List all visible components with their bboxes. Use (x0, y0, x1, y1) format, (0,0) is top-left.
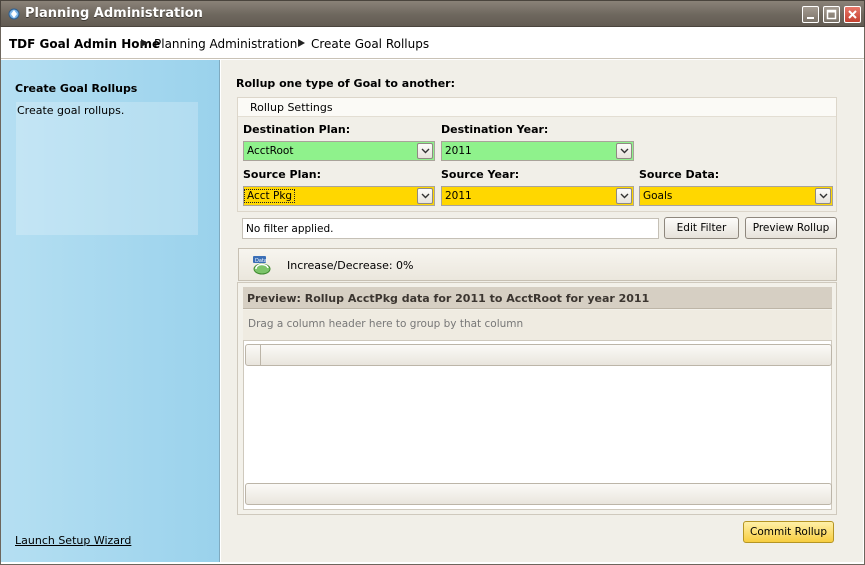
destination-year-value: 2011 (445, 145, 472, 157)
increase-decrease-text: Increase/Decrease: 0% (287, 259, 414, 272)
rollup-settings-header: Rollup Settings (238, 98, 836, 117)
breadcrumb-current: Create Goal Rollups (311, 37, 430, 51)
maximize-button[interactable] (823, 6, 840, 23)
minimize-icon (807, 17, 814, 19)
destination-year-select[interactable]: 2011 (441, 141, 634, 161)
dropdown-button[interactable] (616, 188, 632, 204)
grid-title: Preview: Rollup AcctPkg data for 2011 to… (247, 292, 650, 305)
destination-plan-select[interactable]: AcctRoot (243, 141, 435, 161)
page-heading: Rollup one type of Goal to another: (236, 77, 455, 90)
increase-decrease-bar: Data Increase/Decrease: 0% (238, 248, 837, 281)
destination-plan-label: Destination Plan: (243, 123, 351, 136)
breadcrumb-arrow-icon (298, 39, 305, 47)
row-selector-column (260, 345, 261, 365)
minimize-button[interactable] (802, 6, 819, 23)
source-data-label: Source Data: (639, 168, 720, 181)
source-year-value: 2011 (445, 190, 472, 202)
chevron-down-icon (620, 148, 629, 154)
launch-setup-wizard-link[interactable]: Launch Setup Wizard (15, 534, 131, 547)
dropdown-button[interactable] (417, 143, 433, 159)
dropdown-button[interactable] (417, 188, 433, 204)
dropdown-button[interactable] (815, 188, 831, 204)
close-button[interactable] (844, 6, 861, 23)
sidebar: Create Goal Rollups Create goal rollups.… (1, 60, 220, 562)
destination-year-label: Destination Year: (441, 123, 549, 136)
grid-body[interactable] (243, 340, 832, 510)
source-plan-label: Source Plan: (243, 168, 322, 181)
preview-grid: Preview: Rollup AcctPkg data for 2011 to… (237, 282, 837, 515)
main-panel: Rollup one type of Goal to another: Roll… (221, 60, 863, 562)
chevron-down-icon (421, 193, 430, 199)
breadcrumb-planning-admin[interactable]: Planning Administration (154, 37, 297, 51)
window-title: Planning Administration (25, 6, 203, 21)
sidebar-title: Create Goal Rollups (15, 82, 138, 95)
app-icon (8, 8, 20, 20)
source-year-label: Source Year: (441, 168, 520, 181)
dropdown-button[interactable] (616, 143, 632, 159)
commit-rollup-button[interactable]: Commit Rollup (743, 521, 834, 543)
grid-title-bar: Preview: Rollup AcctPkg data for 2011 to… (243, 287, 832, 309)
rollup-settings-group: Rollup Settings Destination Plan: AcctRo… (237, 97, 837, 212)
source-year-select[interactable]: 2011 (441, 186, 634, 206)
maximize-icon (826, 9, 837, 20)
data-refresh-icon: Data (253, 256, 271, 275)
chevron-down-icon (421, 148, 430, 154)
filter-status-field: No filter applied. (242, 218, 659, 239)
preview-rollup-button[interactable]: Preview Rollup (745, 217, 837, 239)
group-by-panel[interactable]: Drag a column header here to group by th… (243, 310, 832, 340)
source-data-value: Goals (643, 190, 673, 202)
sidebar-description: Create goal rollups. (17, 104, 125, 117)
chevron-down-icon (819, 193, 828, 199)
source-plan-select[interactable]: Acct Pkg (243, 186, 435, 206)
group-by-hint: Drag a column header here to group by th… (248, 318, 524, 330)
filter-status-text: No filter applied. (246, 223, 334, 235)
close-icon (848, 10, 857, 19)
breadcrumb: TDF Goal Admin Home Planning Administrat… (1, 27, 864, 59)
window-titlebar: Planning Administration (0, 0, 865, 27)
sidebar-description-panel (16, 102, 198, 235)
grid-footer (245, 483, 832, 505)
svg-text:Data: Data (255, 258, 267, 264)
destination-plan-value: AcctRoot (247, 145, 294, 157)
edit-filter-button[interactable]: Edit Filter (664, 217, 739, 239)
grid-column-header[interactable] (245, 344, 832, 366)
breadcrumb-home[interactable]: TDF Goal Admin Home (9, 37, 160, 51)
breadcrumb-arrow-icon (141, 39, 148, 47)
source-data-select[interactable]: Goals (639, 186, 833, 206)
chevron-down-icon (620, 193, 629, 199)
source-plan-value: Acct Pkg (243, 189, 296, 203)
rollup-settings-title: Rollup Settings (250, 101, 333, 114)
